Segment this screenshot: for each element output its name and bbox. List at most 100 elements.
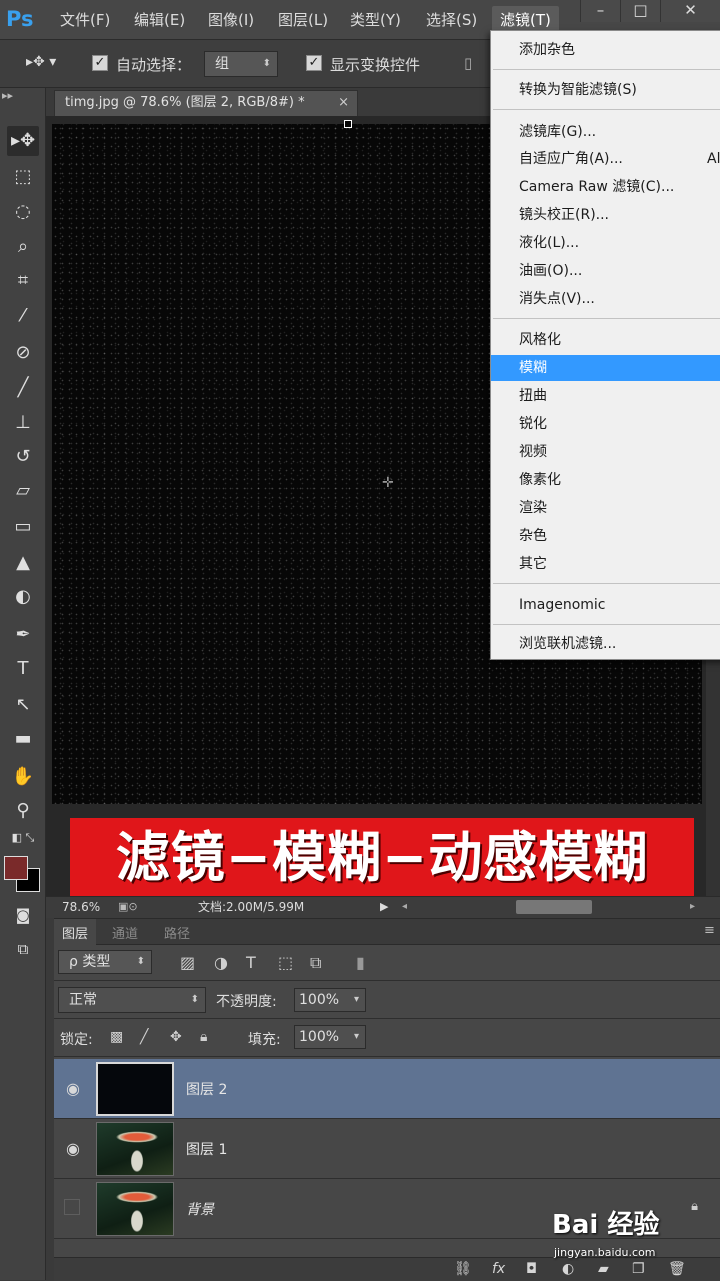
foreground-color-swatch[interactable]: [4, 856, 28, 880]
gradient-tool-icon[interactable]: ▭: [7, 512, 39, 542]
filter-type-icon[interactable]: T: [246, 953, 256, 972]
filter-pixel-icon[interactable]: ▨: [180, 953, 195, 972]
scroll-right-icon[interactable]: ▸: [690, 897, 695, 917]
layer-filter-kind[interactable]: ρ 类型 ⬍: [58, 950, 152, 974]
brush-tool-icon[interactable]: ╱: [7, 373, 39, 403]
menu-filter[interactable]: 滤镜(T): [492, 6, 559, 33]
maximize-button[interactable]: □: [620, 0, 660, 22]
quick-mask-icon[interactable]: ◙: [7, 900, 39, 930]
zoom-level[interactable]: 78.6%: [62, 897, 100, 917]
menu-item-blur[interactable]: 模糊: [491, 355, 720, 381]
menu-item-pixelate[interactable]: 像素化: [491, 467, 720, 493]
menu-item-adaptive-wide-angle[interactable]: 自适应广角(A)... Al: [491, 146, 720, 172]
auto-select-dropdown[interactable]: 组 ⬍: [204, 51, 278, 77]
layer-row-layer1[interactable]: ◉ 图层 1: [54, 1119, 720, 1179]
lock-transparency-icon[interactable]: ▩: [110, 1029, 123, 1045]
menu-item-other[interactable]: 其它: [491, 551, 720, 577]
filter-toggle-icon[interactable]: ▮: [356, 953, 365, 972]
menu-item-lens-correction[interactable]: 镜头校正(R)...: [491, 202, 720, 228]
add-mask-icon[interactable]: ◘: [526, 1261, 537, 1277]
auto-select-checkbox[interactable]: ✓: [92, 55, 108, 71]
hand-tool-icon[interactable]: ✋: [7, 762, 39, 792]
menu-layer[interactable]: 图层(L): [278, 9, 328, 30]
zoom-tool-icon[interactable]: ⚲: [7, 796, 39, 826]
menu-item-noise[interactable]: 杂色: [491, 523, 720, 549]
opacity-input[interactable]: 100% ▾: [294, 988, 366, 1012]
swap-colors-icon[interactable]: ◧ ⤡: [7, 828, 39, 848]
panel-menu-icon[interactable]: ≡: [704, 923, 715, 938]
show-transform-checkbox[interactable]: ✓: [306, 55, 322, 71]
close-button[interactable]: ✕: [660, 0, 720, 22]
menu-item-liquify[interactable]: 液化(L)...: [491, 230, 720, 256]
panel-collapse-icon[interactable]: ▸▸: [2, 90, 34, 102]
menu-select[interactable]: 选择(S): [426, 9, 477, 30]
filter-shape-icon[interactable]: ⬚: [278, 953, 293, 972]
rectangle-tool-icon[interactable]: ▬: [7, 724, 39, 754]
eraser-tool-icon[interactable]: ▱: [7, 476, 39, 506]
tab-paths[interactable]: 路径: [164, 923, 190, 942]
dropdown-arrow-icon[interactable]: ▾: [354, 1026, 359, 1048]
filter-smart-object-icon[interactable]: ⧉: [310, 953, 321, 973]
horizontal-scroll-thumb[interactable]: [516, 900, 592, 914]
healing-brush-tool-icon[interactable]: ⊘: [7, 338, 39, 368]
menu-item-imagenomic[interactable]: Imagenomic: [491, 592, 720, 618]
dodge-tool-icon[interactable]: ◐: [7, 582, 39, 612]
layer-row-layer2[interactable]: ◉ 图层 2: [54, 1059, 720, 1119]
menu-item-vanishing-point[interactable]: 消失点(V)...: [491, 286, 720, 312]
menu-item-camera-raw[interactable]: Camera Raw 滤镜(C)...: [491, 174, 720, 200]
status-menu-arrow-icon[interactable]: ▶: [380, 897, 388, 917]
lock-position-icon[interactable]: ✥: [170, 1029, 182, 1045]
scroll-left-icon[interactable]: ◂: [402, 897, 407, 917]
dropdown-arrow-icon[interactable]: ▾: [354, 989, 359, 1011]
close-document-icon[interactable]: ×: [338, 91, 349, 115]
tab-layers[interactable]: 图层: [54, 919, 97, 946]
minimize-button[interactable]: –: [580, 0, 620, 22]
menu-item-sharpen[interactable]: 锐化: [491, 411, 720, 437]
menu-item-video[interactable]: 视频: [491, 439, 720, 465]
visibility-eye-icon[interactable]: ◉: [64, 1080, 82, 1098]
lock-row: 锁定: ▩ ╱ ✥ 🔒︎ 填充: 100% ▾: [54, 1019, 720, 1057]
align-icon[interactable]: ▯: [464, 54, 472, 72]
visibility-toggle-empty[interactable]: [64, 1199, 80, 1215]
visibility-eye-icon[interactable]: ◉: [64, 1140, 82, 1158]
path-selection-tool-icon[interactable]: ↖: [7, 690, 39, 720]
filter-adjustment-icon[interactable]: ◑: [214, 953, 228, 972]
menu-edit[interactable]: 编辑(E): [134, 9, 185, 30]
link-layers-icon[interactable]: ⛓: [454, 1261, 472, 1277]
menu-item-render[interactable]: 渲染: [491, 495, 720, 521]
menu-item-add-noise[interactable]: 添加杂色: [491, 37, 720, 63]
menu-type[interactable]: 类型(Y): [350, 9, 401, 30]
menu-file[interactable]: 文件(F): [60, 9, 110, 30]
menu-item-oil-paint[interactable]: 油画(O)...: [491, 258, 720, 284]
crop-tool-icon[interactable]: ⌗: [7, 266, 39, 296]
menu-item-filter-gallery[interactable]: 滤镜库(G)...: [491, 119, 720, 145]
menu-item-stylize[interactable]: 风格化: [491, 327, 720, 353]
menu-item-browse-online-filters[interactable]: 浏览联机滤镜...: [491, 631, 720, 657]
move-tool-icon[interactable]: ▸✥: [7, 126, 39, 156]
transform-handle[interactable]: [344, 120, 352, 128]
history-brush-tool-icon[interactable]: ↺: [7, 442, 39, 472]
blur-tool-icon[interactable]: ▲: [7, 548, 39, 578]
screen-mode-icon[interactable]: ⧉: [7, 934, 39, 964]
menu-image[interactable]: 图像(I): [208, 9, 254, 30]
status-options-icon[interactable]: ▣⊙: [118, 897, 138, 917]
caption-banner: 滤镜−模糊−动感模糊: [70, 818, 694, 898]
menu-item-distort[interactable]: 扭曲: [491, 383, 720, 409]
move-tool-icon[interactable]: ▸✥ ▾: [26, 54, 56, 70]
menu-item-convert-smart-filter[interactable]: 转换为智能滤镜(S): [491, 77, 720, 103]
lasso-tool-icon[interactable]: ◌: [7, 197, 39, 227]
document-tab[interactable]: timg.jpg @ 78.6% (图层 2, RGB/8#) * ×: [54, 90, 358, 116]
fill-input[interactable]: 100% ▾: [294, 1025, 366, 1049]
pen-tool-icon[interactable]: ✒: [7, 620, 39, 650]
blend-mode-dropdown[interactable]: 正常 ⬍: [58, 987, 206, 1013]
lock-pixels-icon[interactable]: ╱: [140, 1029, 148, 1045]
layer-style-icon[interactable]: fx: [492, 1261, 505, 1277]
quick-select-tool-icon[interactable]: ⌕: [7, 232, 39, 262]
opacity-value: 100%: [299, 992, 340, 1008]
eyedropper-tool-icon[interactable]: ⁄: [7, 301, 39, 331]
lock-all-icon[interactable]: 🔒︎: [200, 1029, 207, 1045]
type-tool-icon[interactable]: T: [7, 654, 39, 684]
clone-stamp-tool-icon[interactable]: ⊥: [7, 408, 39, 438]
marquee-tool-icon[interactable]: ⬚: [7, 162, 39, 192]
tab-channels[interactable]: 通道: [112, 923, 138, 942]
